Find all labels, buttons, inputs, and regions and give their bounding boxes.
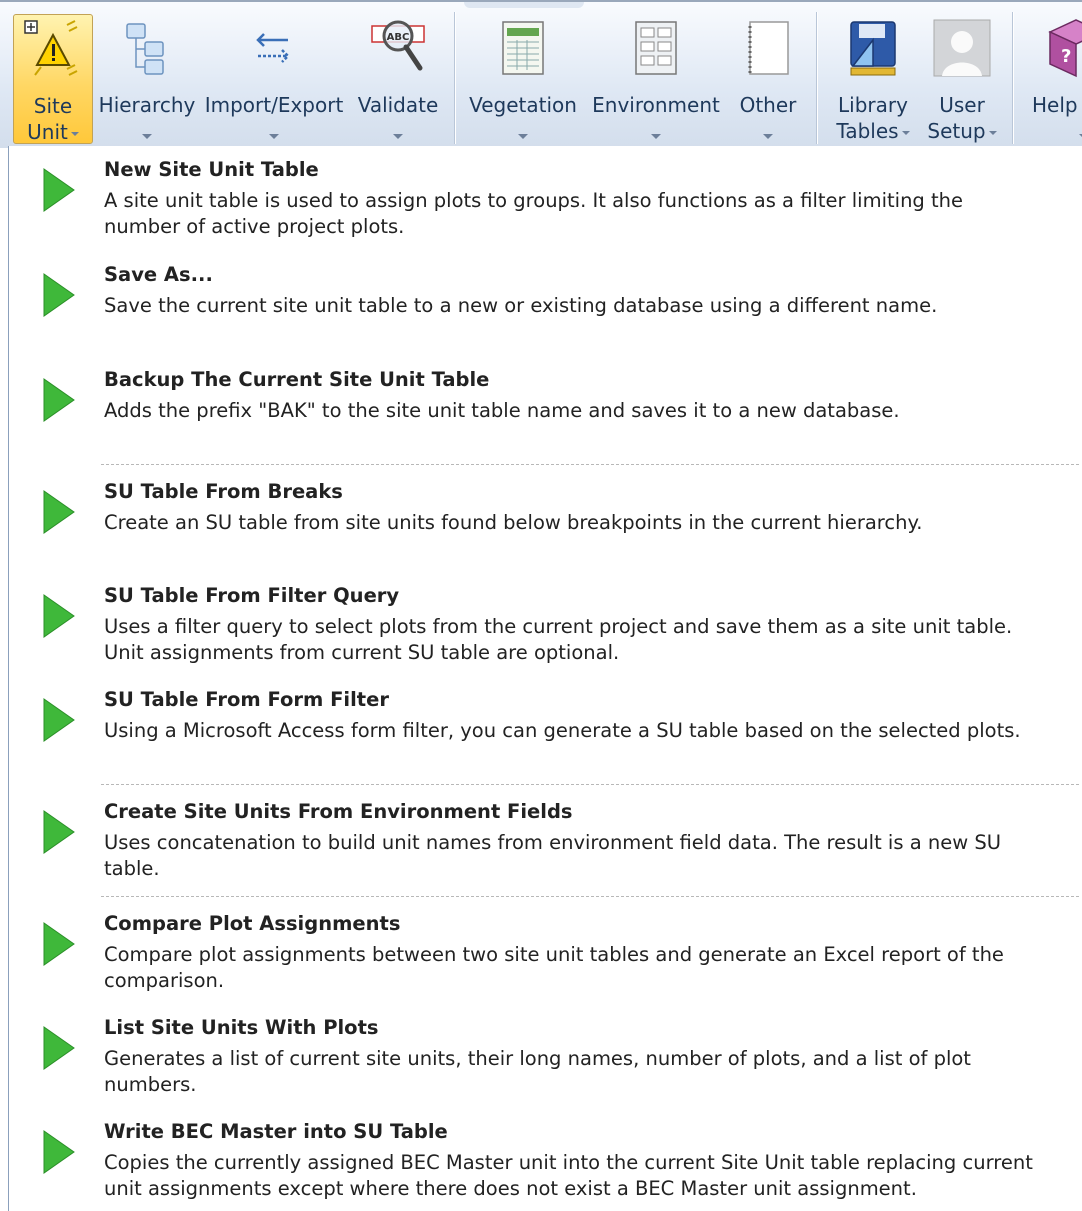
menu-item-title: Backup The Current Site Unit Table bbox=[104, 368, 490, 391]
menu-item-title: Compare Plot Assignments bbox=[104, 912, 401, 935]
validate-label: Validate bbox=[357, 93, 439, 117]
menu-item-description: Create an SU table from site units found… bbox=[104, 511, 923, 534]
magnifier-validate-icon: ABC bbox=[371, 20, 425, 71]
menu-divider bbox=[101, 464, 1079, 465]
menu-item-title: SU Table From Filter Query bbox=[104, 584, 400, 607]
environment-form-icon bbox=[635, 21, 677, 75]
menu-item-description: Uses concatenation to build unit names f… bbox=[104, 831, 1001, 880]
help-label: Help bbox=[1032, 93, 1078, 117]
help-button[interactable]: ? Help bbox=[1032, 14, 1082, 144]
environment-label: Environment bbox=[592, 93, 720, 117]
vegetation-label: Vegetation bbox=[469, 93, 577, 117]
menu-item-description: Generates a list of current site units, … bbox=[104, 1047, 971, 1096]
menu-item-description: Uses a filter query to select plots from… bbox=[104, 615, 1013, 664]
menu-item-title: New Site Unit Table bbox=[104, 158, 319, 181]
library-tables-label-2: Tables bbox=[828, 118, 918, 144]
ribbon-tab-notch bbox=[464, 2, 584, 8]
import-export-button[interactable]: Import/Export bbox=[200, 14, 348, 144]
green-arrow-icon bbox=[43, 922, 75, 966]
menu-item-description: Compare plot assignments between two sit… bbox=[104, 943, 1004, 992]
chevron-down-icon bbox=[518, 134, 528, 139]
green-arrow-icon bbox=[43, 490, 75, 534]
ribbon-separator bbox=[1012, 12, 1013, 144]
chevron-down-icon bbox=[70, 131, 79, 136]
menu-item-description: Save the current site unit table to a ne… bbox=[104, 294, 938, 317]
green-arrow-icon bbox=[43, 594, 75, 638]
ribbon-separator bbox=[816, 12, 817, 144]
site-unit-label-1: Site bbox=[33, 94, 73, 118]
user-setup-label-2: Setup bbox=[920, 118, 1004, 144]
green-arrow-icon bbox=[43, 378, 75, 422]
menu-item-title: List Site Units With Plots bbox=[104, 1016, 379, 1039]
chevron-down-icon bbox=[142, 134, 152, 139]
chevron-down-icon bbox=[901, 130, 910, 135]
import-export-icon bbox=[256, 33, 290, 63]
other-label: Other bbox=[739, 93, 797, 117]
green-arrow-icon bbox=[43, 168, 75, 212]
site-unit-label-2: Unit bbox=[14, 119, 92, 145]
menu-item-title: Create Site Units From Environment Field… bbox=[104, 800, 573, 823]
vegetation-button[interactable]: Vegetation bbox=[462, 14, 584, 144]
hierarchy-label: Hierarchy bbox=[98, 93, 196, 117]
menu-divider bbox=[101, 896, 1079, 897]
ribbon-separator bbox=[454, 12, 455, 144]
site-unit-dropdown-menu: New Site Unit Table A site unit table is… bbox=[8, 146, 1082, 1211]
menu-divider bbox=[101, 784, 1079, 785]
svg-text:?: ? bbox=[1061, 46, 1071, 67]
ribbon: Site Unit Hierarchy Import/Export ABC Va… bbox=[0, 0, 1082, 148]
green-arrow-icon bbox=[43, 273, 75, 317]
site-unit-button[interactable]: Site Unit bbox=[13, 14, 93, 144]
menu-item-description: A site unit table is used to assign plot… bbox=[104, 189, 964, 238]
user-setup-button[interactable]: User Setup bbox=[920, 14, 1004, 144]
menu-item-title: SU Table From Form Filter bbox=[104, 688, 389, 711]
help-book-icon: ? bbox=[1048, 19, 1082, 78]
chevron-down-icon bbox=[988, 130, 997, 135]
green-arrow-icon bbox=[43, 810, 75, 854]
menu-item-description: Copies the currently assigned BEC Master… bbox=[104, 1151, 1033, 1200]
validate-button[interactable]: ABC Validate bbox=[352, 14, 444, 144]
user-avatar-icon bbox=[933, 19, 991, 77]
green-arrow-icon bbox=[43, 698, 75, 742]
chevron-down-icon bbox=[269, 134, 279, 139]
menu-item-title: SU Table From Breaks bbox=[104, 480, 343, 503]
vegetation-table-icon bbox=[502, 21, 544, 75]
hierarchy-button[interactable]: Hierarchy bbox=[97, 14, 197, 144]
chevron-down-icon bbox=[393, 134, 403, 139]
menu-item-title: Save As... bbox=[104, 263, 213, 286]
library-tables-label-1: Library bbox=[838, 93, 908, 117]
user-setup-label-1: User bbox=[939, 93, 985, 117]
green-arrow-icon bbox=[43, 1026, 75, 1070]
import-export-label: Import/Export bbox=[204, 93, 344, 117]
chevron-down-icon bbox=[763, 134, 773, 139]
menu-item-title: Write BEC Master into SU Table bbox=[104, 1120, 448, 1143]
menu-item-description: Adds the prefix "BAK" to the site unit t… bbox=[104, 399, 900, 422]
hierarchy-icon bbox=[126, 23, 164, 75]
site-unit-icon bbox=[24, 20, 78, 76]
validate-icon-text: ABC bbox=[387, 32, 410, 43]
menu-item-description: Using a Microsoft Access form filter, yo… bbox=[104, 719, 1021, 742]
library-tables-button[interactable]: Library Tables bbox=[828, 14, 918, 144]
environment-button[interactable]: Environment bbox=[588, 14, 724, 144]
green-arrow-icon bbox=[43, 1130, 75, 1174]
chevron-down-icon bbox=[651, 134, 661, 139]
floppy-ruler-icon bbox=[850, 21, 896, 76]
other-button[interactable]: Other bbox=[728, 14, 808, 144]
notebook-icon bbox=[748, 21, 789, 75]
